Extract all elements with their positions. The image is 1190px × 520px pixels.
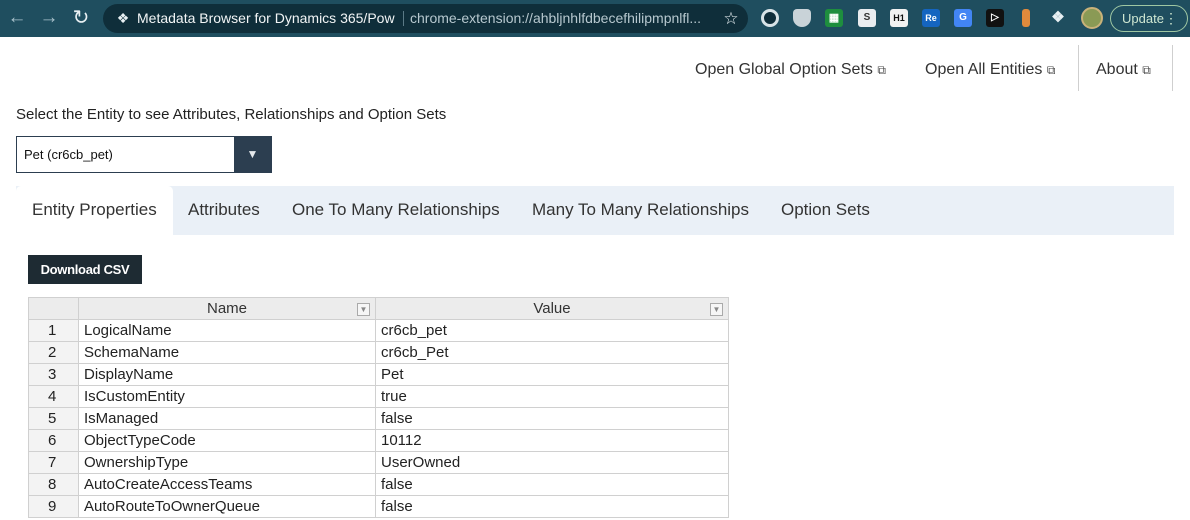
column-header-value[interactable]: Value ▼	[375, 297, 729, 320]
browser-toolbar: ← → ↻ ❖ Metadata Browser for Dynamics 36…	[0, 0, 1190, 37]
property-value-cell[interactable]: Pet	[375, 363, 729, 386]
open-all-entities-label: Open All Entities	[925, 61, 1043, 78]
re-extension-icon[interactable]: Re	[922, 9, 940, 27]
circle-extension-icon[interactable]	[761, 9, 779, 27]
about-label: About	[1096, 61, 1138, 78]
column-header-value-label: Value	[533, 300, 571, 317]
external-link-icon: ⧉	[1046, 63, 1056, 77]
row-number: 4	[28, 385, 79, 408]
row-number-header	[28, 297, 79, 320]
table-row: 9 AutoRouteToOwnerQueue false	[28, 495, 729, 518]
property-value-cell[interactable]: false	[375, 495, 729, 518]
page-tab-title: Metadata Browser for Dynamics 365/Power …	[137, 10, 395, 26]
property-value-cell[interactable]: 10112	[375, 429, 729, 452]
table-row: 6 ObjectTypeCode 10112	[28, 429, 729, 452]
entity-select-label: Select the Entity to see Attributes, Rel…	[16, 106, 447, 123]
column-header-name[interactable]: Name ▼	[78, 297, 376, 320]
table-row: 7 OwnershipType UserOwned	[28, 451, 729, 474]
table-row: 4 IsCustomEntity true	[28, 385, 729, 408]
tab-bar: Entity Properties Attributes One To Many…	[16, 186, 1174, 235]
download-csv-button[interactable]: Download CSV	[28, 255, 142, 284]
row-number: 9	[28, 495, 79, 518]
property-name-cell[interactable]: DisplayName	[78, 363, 376, 386]
filter-icon[interactable]: ▼	[357, 303, 370, 316]
property-name-cell[interactable]: AutoRouteToOwnerQueue	[78, 495, 376, 518]
bookmark-star-icon[interactable]: ☆	[721, 9, 741, 29]
address-divider	[403, 11, 404, 26]
back-arrow-icon[interactable]: ←	[5, 6, 29, 30]
table-row: 8 AutoCreateAccessTeams false	[28, 473, 729, 496]
reload-icon[interactable]: ↻	[69, 6, 93, 30]
puzzle-piece-icon: ❖	[116, 10, 130, 26]
shield-extension-icon[interactable]	[793, 9, 811, 27]
menu-dots-icon[interactable]: ⋮	[1164, 6, 1178, 31]
property-value-cell[interactable]: false	[375, 407, 729, 430]
property-name-cell[interactable]: LogicalName	[78, 319, 376, 342]
address-url[interactable]: chrome-extension://ahbljnhlfdbecefhilipm…	[410, 10, 710, 27]
tab-option-sets[interactable]: Option Sets	[765, 186, 886, 235]
extensions-puzzle-icon[interactable]: ❖	[1049, 9, 1067, 27]
pencil-extension-icon[interactable]	[1022, 9, 1030, 27]
table-header-row: Name ▼ Value ▼	[28, 297, 729, 320]
open-global-option-sets-label: Open Global Option Sets	[695, 61, 873, 78]
profile-avatar[interactable]	[1081, 7, 1103, 29]
dropdown-arrow-icon[interactable]: ▼	[234, 137, 271, 172]
row-number: 8	[28, 473, 79, 496]
row-number: 7	[28, 451, 79, 474]
entity-select-value: Pet (cr6cb_pet)	[24, 147, 113, 162]
property-name-cell[interactable]: ObjectTypeCode	[78, 429, 376, 452]
table-row: 3 DisplayName Pet	[28, 363, 729, 386]
open-global-option-sets-link[interactable]: Open Global Option Sets ⧉	[695, 60, 886, 80]
property-name-cell[interactable]: SchemaName	[78, 341, 376, 364]
translate-extension-icon[interactable]: G	[954, 9, 972, 27]
address-bar[interactable]: ❖ Metadata Browser for Dynamics 365/Powe…	[103, 4, 748, 33]
filter-icon[interactable]: ▼	[710, 303, 723, 316]
property-value-cell[interactable]: cr6cb_pet	[375, 319, 729, 342]
tab-many-to-many-relationships[interactable]: Many To Many Relationships	[516, 186, 765, 235]
tab-one-to-many-relationships[interactable]: One To Many Relationships	[276, 186, 516, 235]
nav-divider	[1172, 45, 1173, 91]
h1-extension-icon[interactable]: H1	[890, 9, 908, 27]
update-button[interactable]: Update ⋮	[1110, 5, 1188, 32]
nav-divider	[1078, 45, 1079, 91]
tab-entity-properties[interactable]: Entity Properties	[16, 186, 173, 235]
property-name-cell[interactable]: IsCustomEntity	[78, 385, 376, 408]
sheets-extension-icon[interactable]: ▦	[825, 9, 843, 27]
row-number: 3	[28, 363, 79, 386]
s-extension-icon[interactable]: S	[858, 9, 876, 27]
update-label: Update	[1122, 11, 1164, 26]
property-name-cell[interactable]: IsManaged	[78, 407, 376, 430]
entity-properties-table: Name ▼ Value ▼ 1 LogicalName cr6cb_pet 2…	[28, 297, 729, 518]
tab-attributes[interactable]: Attributes	[172, 186, 276, 235]
property-value-cell[interactable]: cr6cb_Pet	[375, 341, 729, 364]
about-link[interactable]: About ⧉	[1096, 60, 1151, 80]
play-extension-icon[interactable]: ▷	[986, 9, 1004, 27]
external-link-icon: ⧉	[1142, 63, 1151, 77]
property-value-cell[interactable]: false	[375, 473, 729, 496]
entity-select[interactable]: Pet (cr6cb_pet) ▼	[16, 136, 272, 173]
table-row: 5 IsManaged false	[28, 407, 729, 430]
row-number: 5	[28, 407, 79, 430]
property-name-cell[interactable]: AutoCreateAccessTeams	[78, 473, 376, 496]
row-number: 1	[28, 319, 79, 342]
forward-arrow-icon[interactable]: →	[37, 6, 61, 30]
open-all-entities-link[interactable]: Open All Entities ⧉	[925, 60, 1055, 80]
table-row: 1 LogicalName cr6cb_pet	[28, 319, 729, 342]
external-link-icon: ⧉	[877, 63, 886, 77]
row-number: 2	[28, 341, 79, 364]
property-value-cell[interactable]: true	[375, 385, 729, 408]
row-number: 6	[28, 429, 79, 452]
table-row: 2 SchemaName cr6cb_Pet	[28, 341, 729, 364]
property-name-cell[interactable]: OwnershipType	[78, 451, 376, 474]
property-value-cell[interactable]: UserOwned	[375, 451, 729, 474]
column-header-name-label: Name	[206, 300, 247, 317]
